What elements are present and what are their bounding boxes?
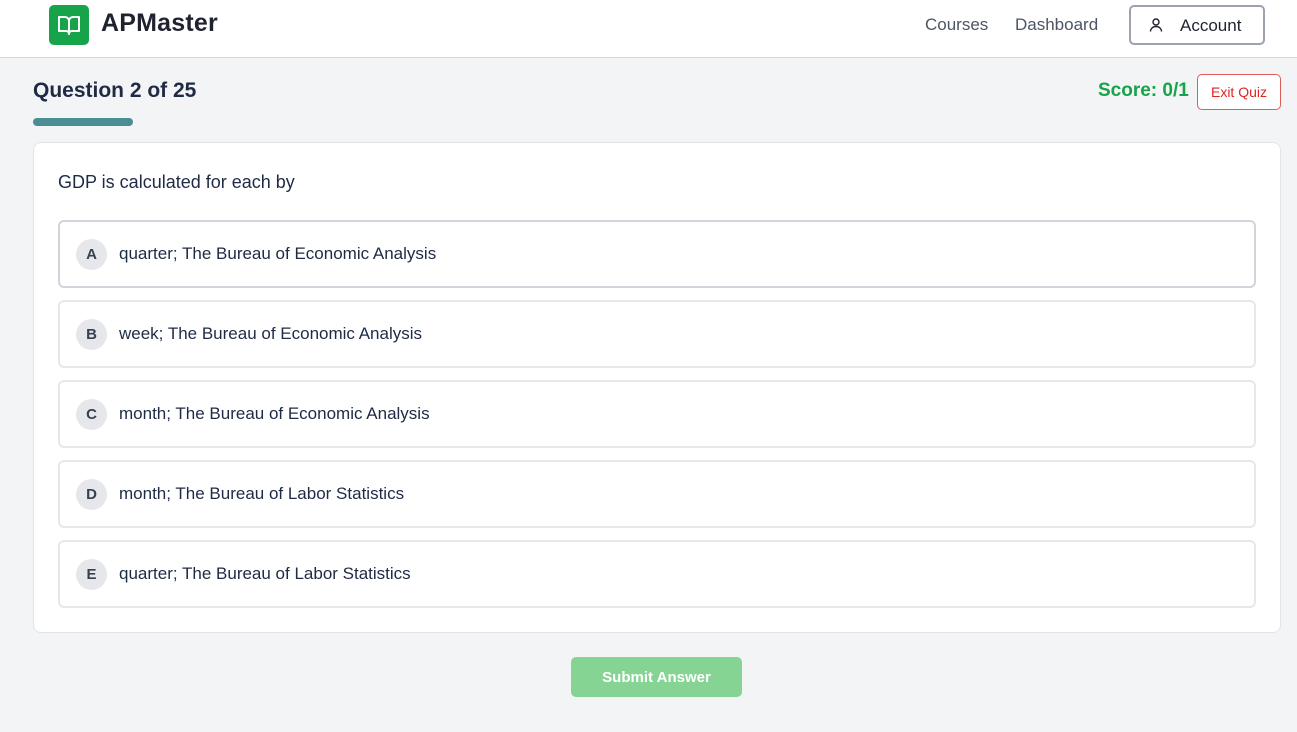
option-letter-badge: D — [76, 479, 107, 510]
option-text: week; The Bureau of Economic Analysis — [119, 324, 423, 343]
option-text: quarter; The Bureau of Labor Statistics — [119, 564, 411, 583]
score-display: Score: 0/1 — [1098, 80, 1189, 101]
nav-dashboard-link[interactable]: Dashboard — [1015, 15, 1098, 35]
option-letter-badge: A — [76, 239, 107, 270]
quiz-progress-bar — [33, 118, 133, 126]
answer-option-a[interactable]: A quarter; The Bureau of Economic Analys… — [58, 220, 1256, 288]
question-text: GDP is calculated for each by — [58, 172, 295, 192]
nav-courses-link[interactable]: Courses — [925, 15, 988, 35]
option-text: month; The Bureau of Economic Analysis — [119, 404, 430, 423]
logo[interactable] — [49, 5, 89, 45]
brand-name[interactable]: APMaster — [101, 9, 218, 38]
account-label: Account — [1180, 16, 1242, 35]
submit-answer-button[interactable]: Submit Answer — [571, 657, 742, 697]
top-navbar: APMaster Courses Dashboard Account — [0, 0, 1297, 58]
answer-option-c[interactable]: C month; The Bureau of Economic Analysis — [58, 380, 1256, 448]
open-book-icon — [58, 16, 80, 35]
question-counter: Question 2 of 25 — [33, 79, 197, 102]
answer-option-e[interactable]: E quarter; The Bureau of Labor Statistic… — [58, 540, 1256, 608]
option-letter-badge: C — [76, 399, 107, 430]
exit-quiz-button[interactable]: Exit Quiz — [1197, 74, 1281, 110]
option-text: month; The Bureau of Labor Statistics — [119, 484, 405, 503]
user-icon — [1149, 18, 1163, 32]
question-card: GDP is calculated for each by A quarter;… — [33, 142, 1281, 633]
quiz-progress-fill — [33, 118, 133, 126]
option-text: quarter; The Bureau of Economic Analysis — [119, 244, 437, 263]
answer-option-b[interactable]: B week; The Bureau of Economic Analysis — [58, 300, 1256, 368]
answer-option-d[interactable]: D month; The Bureau of Labor Statistics — [58, 460, 1256, 528]
option-letter-badge: B — [76, 319, 107, 350]
option-letter-badge: E — [76, 559, 107, 590]
account-button[interactable]: Account — [1129, 5, 1265, 45]
